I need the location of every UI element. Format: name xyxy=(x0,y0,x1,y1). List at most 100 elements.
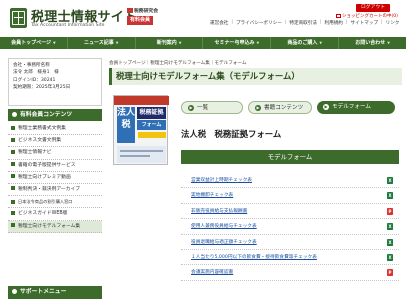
top-link[interactable]: 運営会社 xyxy=(210,20,228,26)
arrow-right-icon: ▶ xyxy=(188,104,194,111)
model-forms-header: モデルフォーム xyxy=(181,150,399,164)
form-link[interactable]: 役員退職給与適正額チェック表 xyxy=(191,239,257,245)
bullet-icon xyxy=(11,137,15,142)
tab-model-forms[interactable]: ▶ モデルフォーム xyxy=(317,101,395,114)
book-title: 法人税 税務証拠フォーム xyxy=(181,129,282,139)
chevron-down-icon: ▼ xyxy=(53,41,56,45)
member-company: 会社・事務所名称 xyxy=(13,63,50,68)
sidebar-item-business-docs[interactable]: ビジネス文書文例集 xyxy=(8,135,102,148)
tab-label: 一覧 xyxy=(197,105,209,111)
book-cover-side-text-2: フォーム xyxy=(137,120,166,130)
chevron-down-icon: ▼ xyxy=(256,41,260,45)
sidebar-item-business-forms[interactable]: 税理士業務書式文例集 xyxy=(8,123,102,136)
list-item: 使用人兼務役員給与チェック表 X xyxy=(181,219,399,235)
sidebar-item-premium-video[interactable]: 税理士向けプレミア動画 xyxy=(8,172,102,184)
list-item: 役員退職給与適正額チェック表 X xyxy=(181,235,399,250)
separator: | xyxy=(284,20,287,25)
page-title: 税理士向けモデルフォーム集（モデルフォーム） xyxy=(109,68,402,85)
sidebar-item-label: 税理士向けプレミア動画 xyxy=(18,174,71,180)
form-link[interactable]: 営業収益計上時期チェック表 xyxy=(191,177,252,183)
sidebar-item-discount[interactable]: 日本法令商品の割引購入窓口 xyxy=(8,196,102,209)
breadcrumb[interactable]: 会員トップページ｜税理士向けモデルフォーム集｜モデルフォーム xyxy=(109,60,399,66)
sidebar-item-label: 日本法令商品の割引購入窓口 xyxy=(18,199,73,205)
circle-icon xyxy=(12,112,17,117)
tab-book-contents[interactable]: ▶ 書籍コンテンツ xyxy=(248,101,312,114)
sidebar-item-label: 税理士情報ナビ xyxy=(18,150,52,156)
excel-file-icon[interactable]: X xyxy=(387,177,393,184)
sidebar-item-model-forms[interactable]: 税理士向けモデルフォーム集 xyxy=(8,220,102,233)
top-link[interactable]: リンク xyxy=(386,20,400,26)
nav-label: 商品のご購入 xyxy=(287,40,318,46)
bullet-icon xyxy=(11,125,15,130)
nav-new-books[interactable]: 新刊案内 ▼ xyxy=(136,37,204,49)
member-expiry: 契約期限：2025年3月25日 xyxy=(13,85,71,91)
publisher-name: 税務研究会 xyxy=(134,9,158,14)
top-link[interactable]: サイトマップ xyxy=(350,20,378,26)
form-link[interactable]: 非販売役員給与支払報酬書 xyxy=(191,208,247,214)
sidebar-item-label: ビジネス文書文例集 xyxy=(18,138,62,144)
bullet-icon xyxy=(11,223,15,227)
sidebar-item-judgment-archive[interactable]: 税制判決・裁決例アーカイブ xyxy=(8,184,102,197)
shopping-cart-link[interactable]: ショッピングカートの中(0) xyxy=(336,13,398,19)
list-item: １人当たり5,000円以下の飲食費・接待飲食費等チェック表 X xyxy=(181,250,399,266)
form-link[interactable]: 実地棚卸チェック表 xyxy=(191,192,233,198)
nav-news[interactable]: ニュース記事 ▼ xyxy=(68,37,136,49)
excel-file-icon[interactable]: X xyxy=(387,238,393,246)
arrow-right-icon: ▶ xyxy=(323,103,329,110)
sidebar-item-business-guide[interactable]: ビジネスガイドWEB版 xyxy=(8,208,102,221)
form-link[interactable]: 使用人兼務役員給与チェック表 xyxy=(191,223,257,229)
publisher-logo[interactable]: 税務研究会 xyxy=(127,7,159,14)
form-link[interactable]: １人当たり5,000円以下の飲食費・接待飲食費等チェック表 xyxy=(191,254,317,260)
list-item: 会議実施内容確認書 P xyxy=(181,265,399,281)
nav-label: セミナー与申込み xyxy=(214,40,255,46)
chevron-down-icon: ▼ xyxy=(178,41,182,45)
nav-label: 新刊案内 xyxy=(156,40,177,46)
book-cover-main-text: 法人税 xyxy=(117,107,135,143)
sidebar-item-ebook[interactable]: 書籍の電子版提供サービス xyxy=(8,160,102,172)
bullet-icon xyxy=(11,210,15,215)
top-link[interactable]: プライバシーポリシー xyxy=(236,20,282,26)
paid-member-badge: 有料会員 xyxy=(127,16,153,25)
nav-member-top[interactable]: 会員トップページ ▼ xyxy=(0,37,68,49)
excel-file-icon[interactable]: X xyxy=(387,192,393,200)
separator: | xyxy=(319,20,322,25)
arrow-right-icon: ▶ xyxy=(255,104,261,111)
sidebar-header: 有料会員コンテンツ xyxy=(8,109,102,121)
bullet-icon xyxy=(11,174,15,179)
tab-label: モデルフォーム xyxy=(332,104,371,110)
site-logo-icon[interactable] xyxy=(10,8,27,28)
book-cover-band xyxy=(114,96,169,105)
support-menu-label: サポートメニュー xyxy=(20,289,67,295)
site-header: 税理士情報サイト Tax Accountant Information Site… xyxy=(0,0,406,36)
main-nav: 会員トップページ ▼ ニュース記事 ▼ 新刊案内 ▼ セミナー与申込み ▼ 商品のご購入… xyxy=(0,37,406,49)
top-link[interactable]: 利用規約 xyxy=(325,20,343,26)
pdf-file-icon[interactable]: P xyxy=(387,207,393,215)
sidebar-item-info-navi[interactable]: 税理士情報ナビ xyxy=(8,147,102,160)
bullet-icon xyxy=(11,162,15,167)
excel-file-icon[interactable]: X xyxy=(387,253,393,261)
book-cover-image: 法人税 税務証拠 フォーム xyxy=(113,95,169,165)
logout-button[interactable]: ログアウト xyxy=(356,4,390,12)
support-menu-header[interactable]: サポートメニュー xyxy=(8,286,102,299)
excel-file-icon[interactable]: X xyxy=(387,223,393,231)
top-utility-links: 運営会社 | プライバシーポリシー | 特定商取引法 | 利用規約 | サイトマップ | … xyxy=(210,20,400,26)
chevron-down-icon: ▼ xyxy=(319,41,323,45)
sidebar-item-label: ビジネスガイドWEB版 xyxy=(18,211,68,217)
pdf-file-icon[interactable]: P xyxy=(387,269,393,277)
list-item: 営業収益計上時期チェック表 X xyxy=(181,173,399,189)
publisher-mark-icon xyxy=(127,8,133,13)
list-item: 実地棚卸チェック表 X xyxy=(181,188,399,204)
tab-list[interactable]: ▶ 一覧 xyxy=(181,101,243,114)
nav-seminar[interactable]: セミナー与申込み ▼ xyxy=(203,37,272,49)
member-info-box: 会社・事務所名称 法令 太郎 様身1 様 ログインID：30241 契約期限：2… xyxy=(8,58,102,106)
form-link[interactable]: 会議実施内容確認書 xyxy=(191,269,233,275)
nav-label: ニュース記事 xyxy=(84,40,114,46)
book-cover-tag xyxy=(138,132,166,138)
sidebar-list: 税理士業務書式文例集 ビジネス文書文例集 税理士情報ナビ 書籍の電子版提供サービ… xyxy=(8,123,102,233)
top-link[interactable]: 特定商取引法 xyxy=(289,20,317,26)
nav-purchase[interactable]: 商品のご購入 ▼ xyxy=(271,37,340,49)
nav-label: お問い合わせ xyxy=(355,40,386,46)
book-cover-side-text: 税務証拠 xyxy=(137,107,166,119)
nav-contact[interactable]: お問い合わせ ▼ xyxy=(339,37,406,49)
sidebar-item-label: 税理士業務書式文例集 xyxy=(18,126,66,131)
